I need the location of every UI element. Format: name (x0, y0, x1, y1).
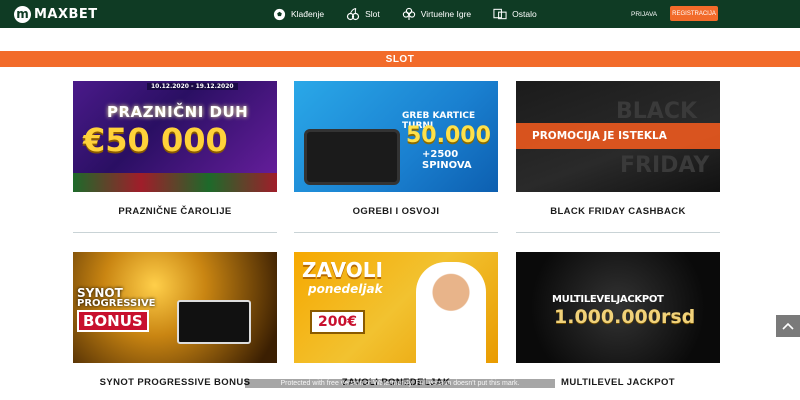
chevron-up-icon (782, 317, 794, 335)
login-button[interactable]: PRIJAVA (625, 7, 663, 21)
banner-line: PROMOCIJA JE ISTEKLA (532, 130, 667, 142)
section-header: SLOT (0, 51, 800, 67)
banner-line: 50.000 (406, 123, 491, 148)
promo-card[interactable]: GREB KARTICE TURNI 50.000 +2500 SPINOVA … (294, 81, 498, 233)
promo-card[interactable]: SYNOT PROGRESSIVE BONUS SYNOT PROGRESSIV… (73, 252, 277, 388)
divider (516, 232, 720, 233)
main-nav: Klađenje Slot Virtuelne Igre Ostalo (272, 0, 559, 28)
banner-line: BLACK (616, 99, 698, 124)
maxbet-logo[interactable]: m MAXBET (14, 4, 98, 24)
banner-line: PROGRESSIVE (77, 298, 156, 309)
banner-line: ponedeljak (308, 282, 383, 296)
banner-line: 1.000.000rsd (554, 306, 696, 328)
soccer-ball-icon (272, 7, 286, 21)
watermark-notice: Protected with free version of Watermark… (245, 379, 555, 388)
phone-illustration (304, 129, 400, 185)
card-caption[interactable]: PRAZNIČNE ČAROLIJE (73, 206, 277, 217)
clover-icon (402, 7, 416, 21)
laptop-illustration (177, 300, 251, 344)
nav-item-slot[interactable]: Slot (346, 7, 380, 21)
promo-card[interactable]: 10.12.2020 - 19.12.2020 PRAZNIČNI DUH €5… (73, 81, 277, 233)
promo-card[interactable]: BLACK PROMOCIJA JE ISTEKLA FRIDAY BLACK … (516, 81, 720, 233)
person-illustration (416, 262, 486, 363)
nav-label: Slot (365, 9, 380, 19)
nav-label: Ostalo (512, 9, 537, 19)
nav-item-kladjenje[interactable]: Klađenje (272, 7, 324, 21)
register-button[interactable]: REGISTRACIJA (670, 6, 718, 21)
card-caption[interactable]: BLACK FRIDAY CASHBACK (516, 206, 720, 217)
banner-date: 10.12.2020 - 19.12.2020 (147, 83, 238, 90)
promo-card[interactable]: MULTILEVELJACKPOT 1.000.000rsd MULTILEVE… (516, 252, 720, 388)
screens-icon (493, 7, 507, 21)
nav-item-virtuelne-igre[interactable]: Virtuelne Igre (402, 7, 471, 21)
cherries-icon (346, 7, 360, 21)
promo-banner-image[interactable]: ZAVOLI ponedeljak 200€ (294, 252, 498, 363)
promo-banner-image[interactable]: MULTILEVELJACKPOT 1.000.000rsd (516, 252, 720, 363)
nav-label: Virtuelne Igre (420, 9, 472, 19)
banner-line: PRAZNIČNI DUH (107, 103, 249, 121)
promo-banner-image[interactable]: BLACK PROMOCIJA JE ISTEKLA FRIDAY (516, 81, 720, 192)
nav-label: Klađenje (291, 9, 325, 19)
divider (294, 232, 498, 233)
nav-item-ostalo[interactable]: Ostalo (493, 7, 537, 21)
scroll-to-top-button[interactable] (776, 315, 800, 337)
banner-line: €50 000 (83, 121, 228, 159)
logo-badge: m (14, 5, 31, 23)
banner-line: 200€ (310, 310, 365, 334)
banner-line: ZAVOLI (302, 258, 383, 282)
banner-line: +2500 SPINOVA (422, 149, 472, 171)
banner-line: BONUS (77, 310, 149, 332)
card-caption[interactable]: OGREBI I OSVOJI (294, 206, 498, 217)
section-title: SLOT (385, 53, 415, 65)
banner-line: MULTILEVELJACKPOT (552, 294, 664, 305)
top-navigation-bar: m MAXBET Klađenje Slot Virtuelne Igre Os… (0, 0, 800, 28)
divider (73, 232, 277, 233)
logo-text: MAXBET (34, 6, 98, 22)
promo-banner-image[interactable]: SYNOT PROGRESSIVE BONUS (73, 252, 277, 363)
banner-line: FRIDAY (620, 153, 710, 178)
promo-card[interactable]: ZAVOLI ponedeljak 200€ ZAVOLI PONEDELJAK (294, 252, 498, 388)
promo-banner-image[interactable]: 10.12.2020 - 19.12.2020 PRAZNIČNI DUH €5… (73, 81, 277, 192)
promo-banner-image[interactable]: GREB KARTICE TURNI 50.000 +2500 SPINOVA (294, 81, 498, 192)
banner-decoration (73, 173, 277, 192)
